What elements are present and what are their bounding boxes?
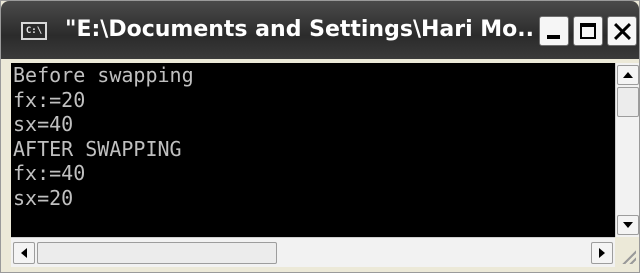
title-bar[interactable]: C:\ "E:\Documents and Settings\Hari Mo..… <box>1 1 639 59</box>
scroll-up-button[interactable] <box>617 65 639 85</box>
console-line: sx=40 <box>13 112 74 136</box>
vertical-scroll-thumb[interactable] <box>617 87 639 117</box>
console-line: Before swapping <box>13 63 194 87</box>
maximize-button[interactable] <box>573 16 603 46</box>
window-title: "E:\Documents and Settings\Hari Mo... <box>65 17 535 42</box>
console-icon[interactable]: C:\ <box>21 22 47 40</box>
scroll-down-button[interactable] <box>617 215 639 235</box>
minimize-button[interactable] <box>539 16 569 46</box>
arrow-right-icon <box>599 248 605 258</box>
resize-grip-icon[interactable] <box>615 237 639 267</box>
horizontal-scroll-thumb[interactable] <box>37 242 277 264</box>
console-line: AFTER SWAPPING <box>13 136 182 161</box>
close-button[interactable] <box>607 16 637 46</box>
vertical-scrollbar[interactable] <box>615 63 639 237</box>
console-output[interactable]: Before swapping fx:=20 sx=40 AFTER SWAPP… <box>11 63 615 237</box>
scroll-right-button[interactable] <box>591 242 613 264</box>
console-line: sx=20 <box>13 185 74 210</box>
scroll-left-button[interactable] <box>13 242 35 264</box>
arrow-down-icon <box>623 222 633 228</box>
arrow-left-icon <box>21 248 27 258</box>
console-window: C:\ "E:\Documents and Settings\Hari Mo..… <box>0 0 640 273</box>
console-line: fx:=20 <box>13 87 86 112</box>
arrow-up-icon <box>623 72 633 78</box>
horizontal-scrollbar[interactable] <box>11 237 615 267</box>
console-line: fx:=40 <box>13 161 86 185</box>
